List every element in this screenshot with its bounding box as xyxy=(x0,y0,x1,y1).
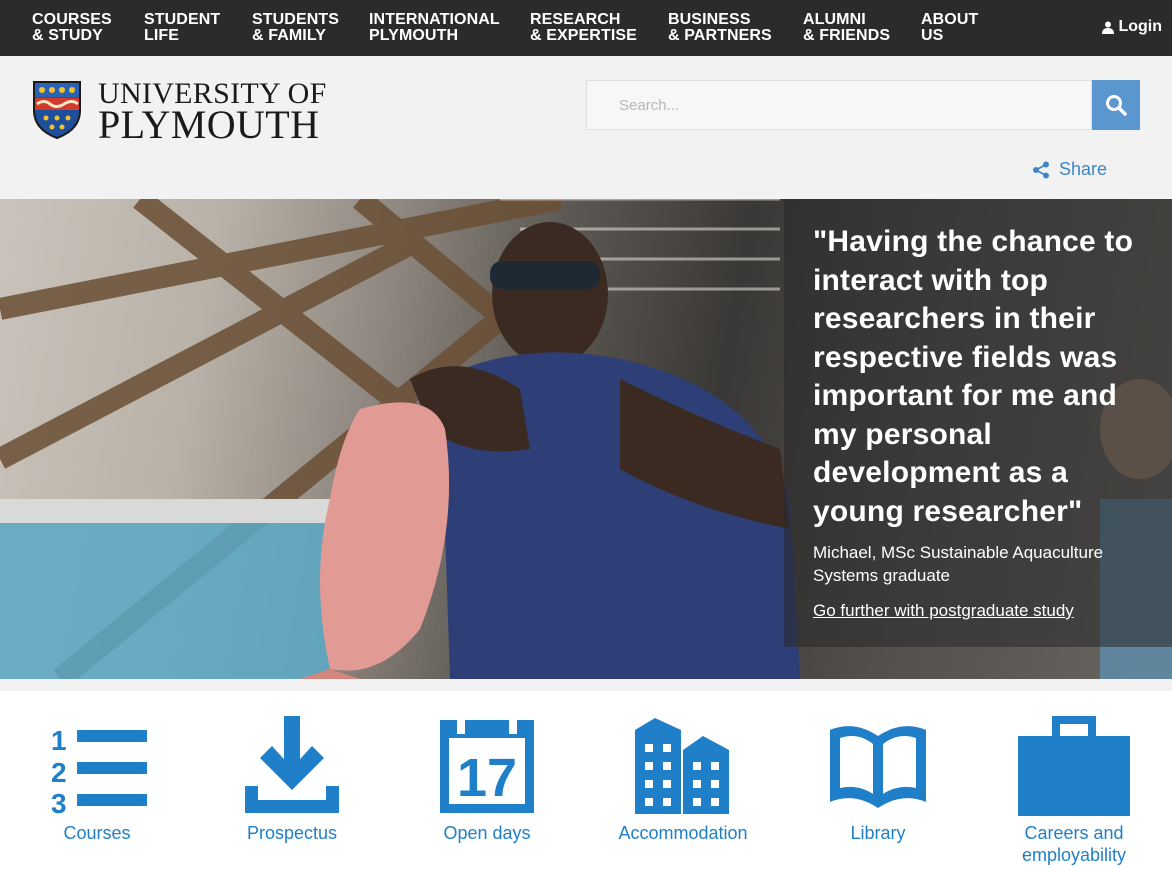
quicklink-courses[interactable]: 1 2 3 Courses xyxy=(17,716,177,844)
download-icon xyxy=(245,716,339,813)
nav-item-alumni-friends[interactable]: ALUMNI & FRIENDS xyxy=(803,12,890,44)
quicklink-label: Courses xyxy=(63,823,131,843)
login-link[interactable]: Login xyxy=(1102,18,1162,36)
quicklink-library[interactable]: Library xyxy=(798,716,958,844)
top-navigation: COURSES & STUDY STUDENT LIFE STUDENTS & … xyxy=(0,0,1172,56)
svg-text:1: 1 xyxy=(51,725,67,756)
quicklink-label: Accommodation xyxy=(618,823,748,843)
quicklink-label: Library xyxy=(850,823,906,843)
share-label: Share xyxy=(1059,159,1108,179)
quick-links: 1 2 3 Courses Prospectus 17 Open days Ac… xyxy=(0,679,1172,869)
calendar-icon: 17 xyxy=(440,716,534,813)
quicklink-label: Prospectus xyxy=(246,823,338,843)
quicklink-label: Open days xyxy=(443,823,531,843)
svg-text:2: 2 xyxy=(51,757,67,788)
search-input[interactable] xyxy=(586,80,1092,130)
briefcase-icon xyxy=(1018,716,1130,816)
share-icon xyxy=(1033,161,1049,178)
quicklink-prospectus[interactable]: Prospectus xyxy=(212,716,372,844)
logo-wordmark: UNIVERSITY OF PLYMOUTH xyxy=(98,77,327,147)
search-icon xyxy=(1106,95,1127,116)
quicklink-label: Careers and employability xyxy=(1021,823,1127,865)
buildings-icon xyxy=(635,718,729,814)
open-book-icon xyxy=(830,726,926,808)
postgraduate-study-link[interactable]: Go further with postgraduate study xyxy=(813,601,1074,621)
nav-item-courses-study[interactable]: COURSES & STUDY xyxy=(32,12,112,44)
nav-item-about-us[interactable]: ABOUT US xyxy=(921,12,978,44)
nav-item-research-expertise[interactable]: RESEARCH & EXPERTISE xyxy=(530,12,637,44)
nav-item-student-life[interactable]: STUDENT LIFE xyxy=(144,12,220,44)
nav-item-international-plymouth[interactable]: INTERNATIONAL PLYMOUTH xyxy=(369,12,500,44)
share-button[interactable]: Share xyxy=(1032,159,1107,180)
svg-text:3: 3 xyxy=(51,788,67,816)
search-button[interactable] xyxy=(1092,80,1140,130)
hero-quote-panel: "Having the chance to interact with top … xyxy=(784,199,1172,647)
crest-icon xyxy=(33,81,81,140)
numbered-list-icon: 1 2 3 xyxy=(51,725,147,816)
login-label: Login xyxy=(1118,18,1162,35)
svg-text:17: 17 xyxy=(457,748,517,808)
hero-attribution: Michael, MSc Sustainable Aquaculture Sys… xyxy=(813,543,1104,585)
site-header: UNIVERSITY OF PLYMOUTH Share xyxy=(0,56,1172,199)
quicklink-accommodation[interactable]: Accommodation xyxy=(603,716,763,844)
hero-quote: "Having the chance to interact with top … xyxy=(813,225,1134,528)
quicklink-careers[interactable]: Careers and employability xyxy=(994,716,1154,866)
quicklink-open-days[interactable]: 17 Open days xyxy=(407,716,567,844)
university-logo[interactable]: UNIVERSITY OF PLYMOUTH xyxy=(32,77,327,147)
nav-item-business-partners[interactable]: BUSINESS & PARTNERS xyxy=(668,12,772,44)
hero-banner: "Having the chance to interact with top … xyxy=(0,199,1172,679)
search-bar xyxy=(586,80,1140,130)
user-icon xyxy=(1102,21,1115,34)
nav-item-students-family[interactable]: STUDENTS & FAMILY xyxy=(252,12,339,44)
